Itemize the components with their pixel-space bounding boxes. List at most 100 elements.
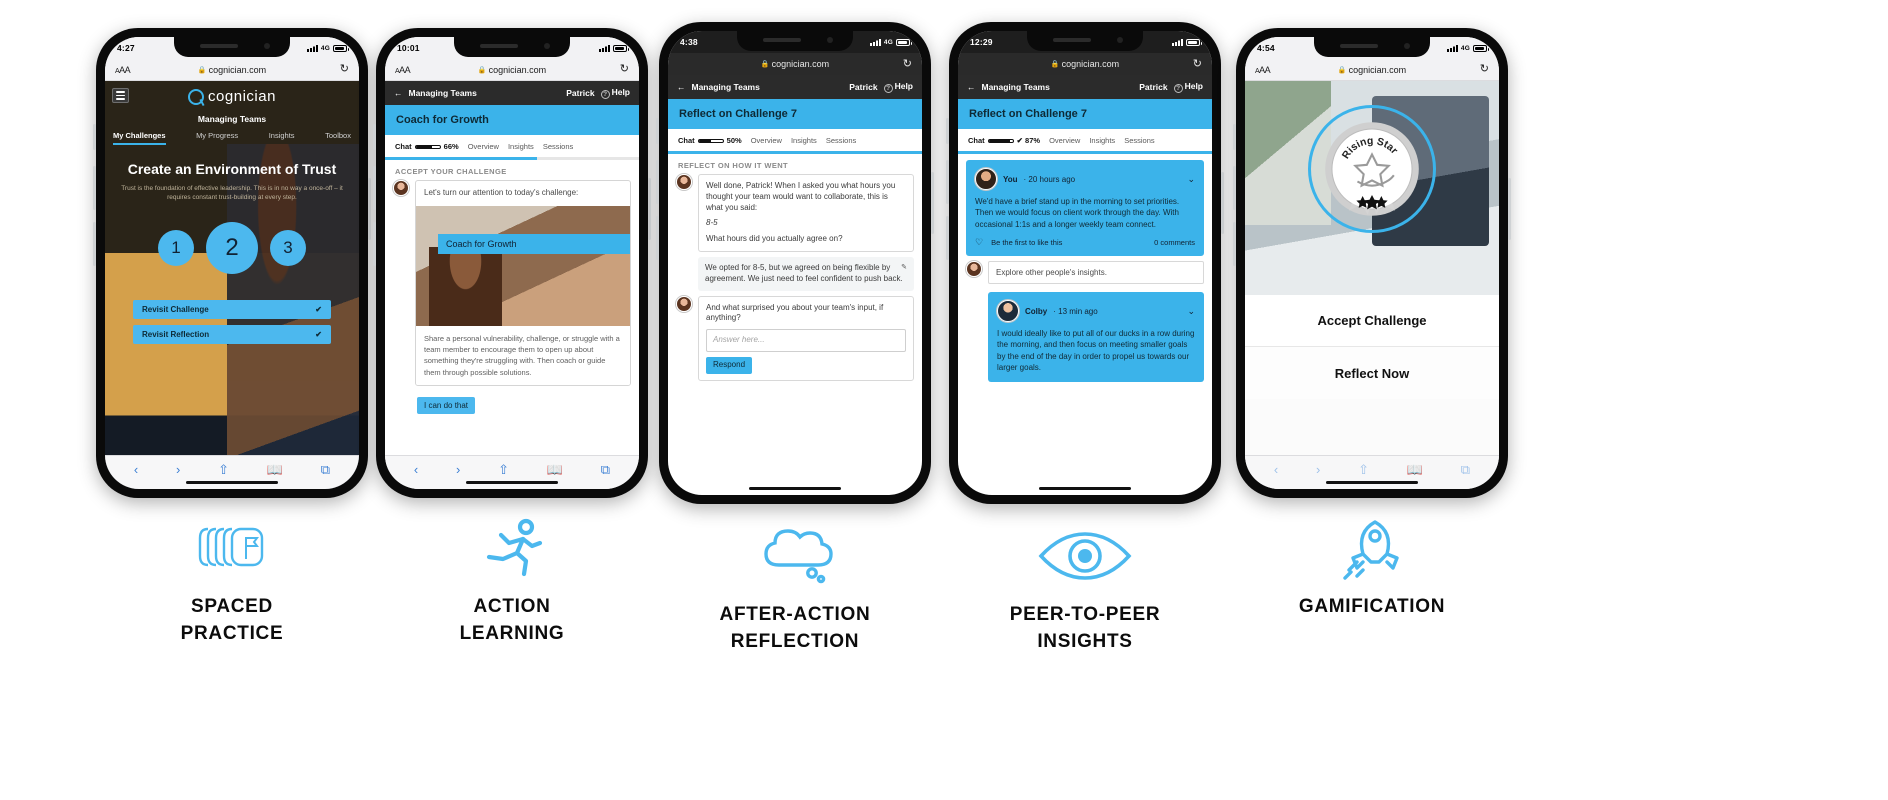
tabs-icon[interactable]: ⧉	[1461, 462, 1470, 478]
text-size-button[interactable]: AAA	[395, 65, 411, 75]
content-tabs: Chat ✔ 87% Overview Insights Sessions	[958, 129, 1212, 151]
feature-column-spaced-practice: 4:27 4G AAA 🔒cognician.com ↻ cognician	[82, 0, 382, 800]
post-header: Colby · 13 min ago ⌄	[997, 300, 1195, 323]
course-name[interactable]: Managing Teams	[692, 82, 760, 92]
chat-thread: Let's turn our attention to today's chal…	[385, 180, 639, 422]
tab-toolbox[interactable]: Toolbox	[325, 131, 351, 145]
tab-overview[interactable]: Overview	[751, 136, 782, 145]
text-size-button[interactable]: AAA	[115, 65, 131, 75]
feature-caption-block: SPACED PRACTICE	[82, 512, 382, 648]
tab-my-progress[interactable]: My Progress	[196, 131, 238, 145]
chevron-down-icon[interactable]: ⌄	[1187, 306, 1195, 317]
i-can-do-that-button[interactable]: I can do that	[417, 396, 476, 414]
user-name[interactable]: Patrick	[849, 82, 877, 92]
tab-insights[interactable]: Insights	[791, 136, 817, 145]
reload-button[interactable]: ↻	[340, 64, 349, 75]
bookmarks-icon[interactable]: 📖	[267, 462, 283, 478]
step-2[interactable]: 2	[206, 222, 258, 275]
revisit-reflection-button[interactable]: Revisit Reflection ✔	[133, 325, 331, 345]
volume-up-button	[373, 166, 376, 210]
share-icon[interactable]: ⇧	[218, 462, 229, 478]
badge-actions: Accept Challenge Reflect Now	[1245, 295, 1499, 455]
safari-url-bar[interactable]: AAA 🔒 cognician.com ↻	[1245, 59, 1499, 81]
chevron-down-icon[interactable]: ⌄	[1187, 174, 1195, 185]
step-3[interactable]: 3	[270, 230, 306, 267]
reload-button[interactable]: ↻	[620, 64, 629, 75]
tab-sessions[interactable]: Sessions	[826, 136, 856, 145]
comment-count[interactable]: 0 comments	[1154, 238, 1195, 247]
tabs-icon[interactable]: ⧉	[321, 462, 330, 478]
forward-icon[interactable]: ›	[176, 462, 180, 477]
tab-chat[interactable]: Chat 66%	[395, 142, 459, 151]
tab-insights[interactable]: Insights	[508, 142, 534, 151]
safari-url-bar[interactable]: 🔒 cognician.com ↻	[958, 53, 1212, 75]
tab-sessions[interactable]: Sessions	[1124, 136, 1154, 145]
message-paragraph: And what surprised you about your team's…	[706, 302, 884, 323]
step-1[interactable]: 1	[158, 230, 194, 267]
reload-button[interactable]: ↻	[1480, 64, 1489, 75]
post-author: You	[1003, 174, 1018, 184]
heart-icon[interactable]: ♡	[975, 237, 983, 248]
edit-icon[interactable]: ✎	[901, 263, 907, 272]
reflect-now-button[interactable]: Reflect Now	[1245, 347, 1499, 399]
tab-insights[interactable]: Insights	[269, 131, 295, 145]
help-button[interactable]: ? Help	[1173, 81, 1203, 93]
back-icon[interactable]: ‹	[134, 462, 138, 477]
forward-icon[interactable]: ›	[1316, 462, 1320, 477]
share-icon[interactable]: ⇧	[498, 462, 509, 478]
insights-feed: You · 20 hours ago ⌄ We'd have a brief s…	[958, 154, 1212, 390]
section-label: ACCEPT YOUR CHALLENGE	[395, 167, 507, 176]
help-button[interactable]: ? Help	[883, 81, 913, 93]
home-indicator	[466, 480, 558, 484]
battery-icon	[333, 44, 349, 52]
wifi-icon	[1172, 38, 1183, 46]
accept-challenge-button[interactable]: Accept Challenge	[1245, 295, 1499, 347]
tab-insights[interactable]: Insights	[1089, 136, 1115, 145]
status-time: 12:29	[970, 37, 993, 47]
course-name[interactable]: Managing Teams	[982, 82, 1050, 92]
course-name[interactable]: Managing Teams	[409, 88, 477, 98]
user-name[interactable]: Patrick	[566, 88, 594, 98]
back-icon[interactable]: ‹	[1274, 462, 1278, 477]
user-message-bubble: ✎ We opted for 8-5, but we agreed on bei…	[698, 256, 914, 291]
notch	[737, 31, 853, 51]
reload-button[interactable]: ↻	[903, 58, 912, 70]
share-icon[interactable]: ⇧	[1358, 462, 1369, 478]
url-text: 🔒 cognician.com	[1337, 64, 1407, 75]
progress-mini	[697, 138, 724, 143]
bookmarks-icon[interactable]: 📖	[547, 462, 563, 478]
battery-icon	[613, 44, 629, 52]
safari-url-bar[interactable]: 🔒 cognician.com ↻	[668, 53, 922, 75]
tab-sessions[interactable]: Sessions	[543, 142, 573, 151]
text-size-button[interactable]: AAA	[1255, 65, 1271, 75]
forward-icon[interactable]: ›	[456, 462, 460, 477]
question-mark-icon: ?	[1173, 84, 1183, 93]
section-label: REFLECT ON HOW IT WENT	[678, 161, 789, 170]
safari-url-bar[interactable]: AAA 🔒 cognician.com ↻	[105, 59, 359, 81]
help-button[interactable]: ? Help	[600, 87, 630, 99]
back-icon[interactable]: ←	[677, 82, 686, 92]
safari-url-bar[interactable]: AAA 🔒 cognician.com ↻	[385, 59, 639, 81]
back-icon[interactable]: ‹	[414, 462, 418, 477]
battery-icon	[1186, 38, 1202, 46]
tab-chat[interactable]: Chat ✔ 87%	[968, 136, 1040, 145]
tab-my-challenges[interactable]: My Challenges	[113, 131, 166, 145]
menu-icon[interactable]	[112, 88, 129, 103]
back-icon[interactable]: ←	[394, 88, 403, 98]
bookmarks-icon[interactable]: 📖	[1407, 462, 1423, 478]
reload-button[interactable]: ↻	[1193, 58, 1202, 70]
revisit-challenge-button[interactable]: Revisit Challenge ✔	[133, 300, 331, 320]
user-name[interactable]: Patrick	[1139, 82, 1167, 92]
home-indicator	[1326, 480, 1418, 484]
back-icon[interactable]: ←	[967, 82, 976, 92]
tab-overview[interactable]: Overview	[468, 142, 499, 151]
answer-input[interactable]: Answer here...	[706, 329, 906, 352]
respond-button[interactable]: Respond	[706, 356, 753, 374]
caption-line-1: GAMIFICATION	[1298, 596, 1446, 617]
tabs-icon[interactable]: ⧉	[601, 462, 610, 478]
lock-icon: 🔒	[477, 66, 487, 74]
like-label[interactable]: Be the first to like this	[991, 238, 1062, 247]
tab-overview[interactable]: Overview	[1049, 136, 1080, 145]
challenge-title: Reflect on Challenge 7	[668, 99, 922, 129]
tab-chat[interactable]: Chat 50%	[678, 136, 742, 145]
